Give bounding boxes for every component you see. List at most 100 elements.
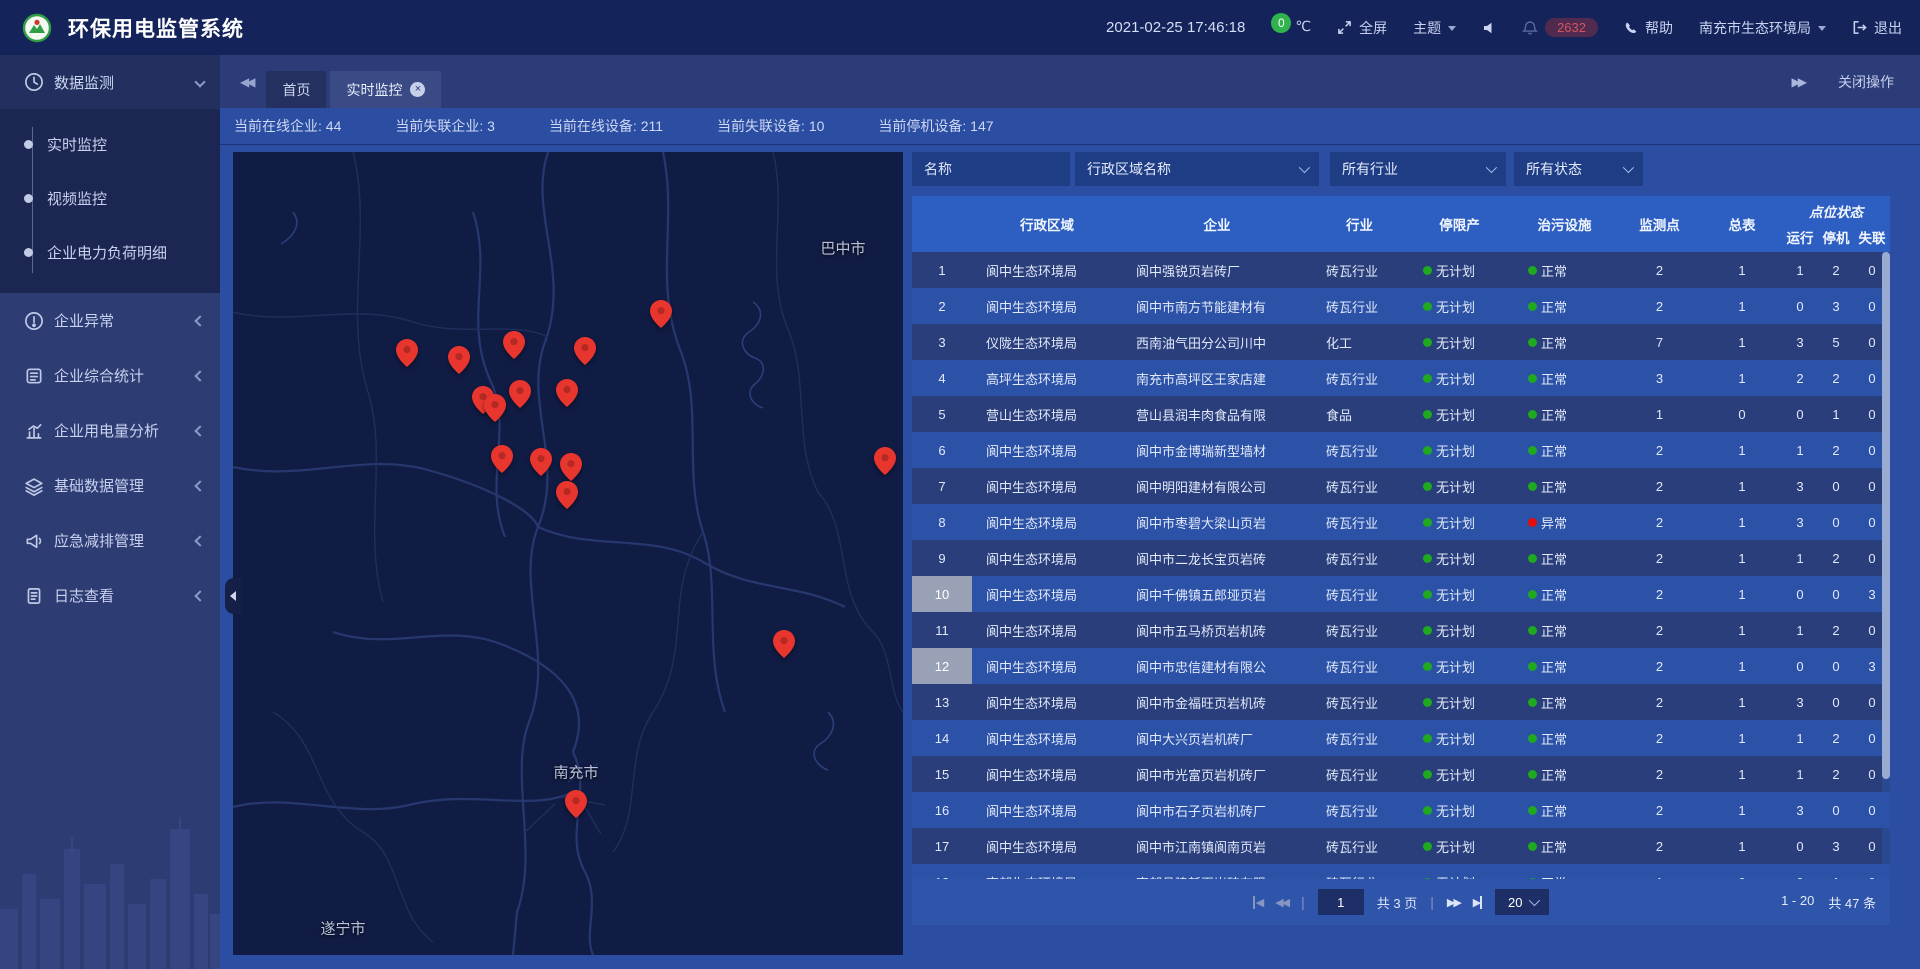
cell-monitor-points: 2 bbox=[1617, 720, 1702, 756]
table-row[interactable]: 12 阆中生态环境局 阆中市忠信建材有限公 砖瓦行业 无计划 正常 2 1 0 … bbox=[912, 648, 1890, 684]
stat-item-1: 当前失联企业: 3 bbox=[395, 116, 495, 136]
map-pin[interactable] bbox=[874, 447, 896, 475]
table-row[interactable]: 16 阆中生态环境局 阆中市石子页岩机砖厂 砖瓦行业 无计划 正常 2 1 3 … bbox=[912, 792, 1890, 828]
tab-realtime-monitor[interactable]: 实时监控 × bbox=[330, 71, 441, 108]
close-operations-button[interactable]: 关闭操作 bbox=[1838, 72, 1894, 92]
tab-close-icon[interactable]: × bbox=[410, 82, 425, 97]
table-row[interactable]: 9 阆中生态环境局 阆中市二龙长宝页岩砖 砖瓦行业 无计划 正常 2 1 1 2… bbox=[912, 540, 1890, 576]
cell-running: 1 bbox=[1782, 612, 1818, 648]
sidebar-group-data-monitor[interactable]: 数据监测 bbox=[0, 55, 220, 109]
status-dot bbox=[1528, 446, 1537, 455]
map-pin[interactable] bbox=[491, 445, 513, 473]
page-number-input[interactable] bbox=[1318, 889, 1364, 915]
sidebar-item-2[interactable]: 企业电力负荷明细 bbox=[0, 225, 220, 279]
table-row[interactable]: 6 阆中生态环境局 阆中市金博瑞新型墙材 砖瓦行业 无计划 正常 2 1 1 2… bbox=[912, 432, 1890, 468]
sidebar-item-top-1[interactable]: 企业综合统计 bbox=[0, 348, 220, 403]
cell-pollution-facility: 正常 bbox=[1512, 288, 1617, 324]
sidebar-item-top-2[interactable]: 企业用电量分析 bbox=[0, 403, 220, 458]
map-pin[interactable] bbox=[484, 394, 506, 422]
sidebar-item-0[interactable]: 实时监控 bbox=[0, 117, 220, 171]
prev-page-button[interactable]: ◀◀ bbox=[1275, 896, 1288, 909]
map-pin[interactable] bbox=[773, 630, 795, 658]
status-dot bbox=[1528, 302, 1537, 311]
cell-monitor-points: 2 bbox=[1617, 504, 1702, 540]
table-row[interactable]: 7 阆中生态环境局 阆中明阳建材有限公司 砖瓦行业 无计划 正常 2 1 3 0… bbox=[912, 468, 1890, 504]
region-select[interactable]: 行政区域名称 bbox=[1075, 152, 1319, 186]
table-row[interactable]: 18 南部生态环境局 南部县建新页岩砖有限 砖瓦行业 无计划 正常 1 0 0 … bbox=[912, 864, 1890, 879]
temperature-value: 0 bbox=[1271, 13, 1291, 33]
range-label: 1 - 20 bbox=[1781, 893, 1814, 912]
sidebar-item-top-4[interactable]: 应急减排管理 bbox=[0, 513, 220, 568]
map-pin[interactable] bbox=[650, 300, 672, 328]
map-pin[interactable] bbox=[565, 790, 587, 818]
table-row[interactable]: 1 阆中生态环境局 阆中强锐页岩砖厂 砖瓦行业 无计划 正常 2 1 1 2 0 bbox=[912, 252, 1890, 288]
table-row[interactable]: 10 阆中生态环境局 阆中千佛镇五郎垭页岩 砖瓦行业 无计划 正常 2 1 0 … bbox=[912, 576, 1890, 612]
map-pin[interactable] bbox=[574, 337, 596, 365]
first-page-button[interactable]: ◀ bbox=[1253, 896, 1262, 909]
cell-main-meter: 0 bbox=[1702, 864, 1782, 879]
status-dot bbox=[1528, 482, 1537, 491]
sidebar-item-top-0[interactable]: 企业异常 bbox=[0, 293, 220, 348]
status-dot bbox=[1423, 518, 1432, 527]
status-dot bbox=[1423, 734, 1432, 743]
status-dot bbox=[1423, 482, 1432, 491]
layers-icon bbox=[24, 476, 44, 496]
table-row[interactable]: 14 阆中生态环境局 阆中大兴页岩机砖厂 砖瓦行业 无计划 正常 2 1 1 2… bbox=[912, 720, 1890, 756]
table-row[interactable]: 8 阆中生态环境局 阆中市枣碧大梁山页岩 砖瓦行业 无计划 异常 2 1 3 0… bbox=[912, 504, 1890, 540]
table-row[interactable]: 2 阆中生态环境局 阆中市南方节能建材有 砖瓦行业 无计划 正常 2 1 0 3… bbox=[912, 288, 1890, 324]
table-row[interactable]: 17 阆中生态环境局 阆中市江南镇阆南页岩 砖瓦行业 无计划 正常 2 1 0 … bbox=[912, 828, 1890, 864]
table-row[interactable]: 13 阆中生态环境局 阆中市金福旺页岩机砖 砖瓦行业 无计划 正常 2 1 3 … bbox=[912, 684, 1890, 720]
cell-index: 13 bbox=[912, 684, 972, 720]
status-dot bbox=[1423, 374, 1432, 383]
fullscreen-button[interactable]: 全屏 bbox=[1337, 18, 1387, 38]
map-pin[interactable] bbox=[396, 339, 418, 367]
table-row[interactable]: 4 高坪生态环境局 南充市高坪区王家店建 砖瓦行业 无计划 正常 3 1 2 2… bbox=[912, 360, 1890, 396]
map-pin[interactable] bbox=[503, 331, 525, 359]
map-collapse-handle[interactable] bbox=[225, 578, 241, 614]
scrollbar-thumb[interactable] bbox=[1882, 252, 1890, 779]
tab-home[interactable]: 首页 bbox=[266, 71, 326, 108]
sidebar-item-top-3[interactable]: 基础数据管理 bbox=[0, 458, 220, 513]
map-pin[interactable] bbox=[560, 453, 582, 481]
status-select[interactable]: 所有状态 bbox=[1514, 152, 1643, 186]
map-pin[interactable] bbox=[556, 379, 578, 407]
mute-button[interactable] bbox=[1482, 21, 1496, 35]
table-row[interactable]: 5 营山生态环境局 营山县润丰肉食品有限 食品 无计划 正常 1 0 0 1 0 bbox=[912, 396, 1890, 432]
sidebar-item-1[interactable]: 视频监控 bbox=[0, 171, 220, 225]
map-pin[interactable] bbox=[509, 380, 531, 408]
pagination-summary: 1 - 20 共 47 条 bbox=[1781, 893, 1876, 912]
table-row[interactable]: 11 阆中生态环境局 阆中市五马桥页岩机砖 砖瓦行业 无计划 正常 2 1 1 … bbox=[912, 612, 1890, 648]
chevron-left-icon bbox=[194, 480, 205, 491]
col-pollution-facility: 治污设施 bbox=[1512, 196, 1617, 252]
table-row[interactable]: 15 阆中生态环境局 阆中市光富页岩机砖厂 砖瓦行业 无计划 正常 2 1 1 … bbox=[912, 756, 1890, 792]
notifications[interactable]: 2632 bbox=[1522, 18, 1598, 37]
next-page-button[interactable]: ▶▶ bbox=[1447, 896, 1460, 909]
logout-button[interactable]: 退出 bbox=[1852, 18, 1902, 38]
help-button[interactable]: 帮助 bbox=[1624, 18, 1673, 38]
cell-running: 1 bbox=[1782, 540, 1818, 576]
user-dropdown[interactable]: 南充市生态环境局 bbox=[1699, 18, 1826, 38]
total-pages-label: 共 3 页 bbox=[1377, 893, 1417, 912]
chevron-left-icon bbox=[194, 370, 205, 381]
name-search-input[interactable] bbox=[912, 152, 1070, 186]
map-pin[interactable] bbox=[448, 346, 470, 374]
cell-index: 5 bbox=[912, 396, 972, 432]
table-row[interactable]: 3 仪陇生态环境局 西南油气田分公司川中 化工 无计划 正常 7 1 3 5 0 bbox=[912, 324, 1890, 360]
map-panel[interactable]: 巴中市南充市遂宁市 bbox=[233, 152, 903, 955]
sidebar-item-top-5[interactable]: 日志查看 bbox=[0, 568, 220, 623]
cell-index: 6 bbox=[912, 432, 972, 468]
map-pin[interactable] bbox=[556, 481, 578, 509]
cell-monitor-points: 2 bbox=[1617, 792, 1702, 828]
cell-index: 14 bbox=[912, 720, 972, 756]
industry-select[interactable]: 所有行业 bbox=[1330, 152, 1506, 186]
cell-running: 0 bbox=[1782, 828, 1818, 864]
page-size-select[interactable]: 20 bbox=[1495, 889, 1549, 915]
cell-pollution-facility: 正常 bbox=[1512, 792, 1617, 828]
col-running: 运行 bbox=[1782, 223, 1818, 252]
theme-dropdown[interactable]: 主题 bbox=[1413, 18, 1456, 38]
tabs-scroll-left-button[interactable]: ◀◀ bbox=[240, 75, 252, 89]
map-pin[interactable] bbox=[530, 448, 552, 476]
tabs-scroll-right-button[interactable]: ▶▶ bbox=[1792, 75, 1804, 89]
last-page-button[interactable]: ▶ bbox=[1473, 896, 1482, 909]
table-scrollbar[interactable] bbox=[1882, 252, 1890, 879]
